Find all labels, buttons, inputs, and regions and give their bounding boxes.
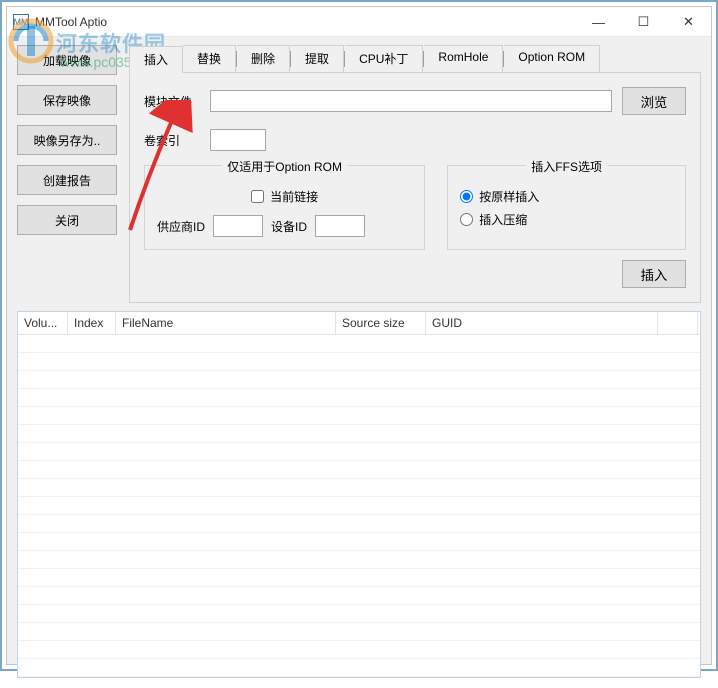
col-index[interactable]: Index <box>68 312 116 334</box>
vendor-id-label: 供应商ID <box>157 218 205 235</box>
insert-asis-row: 按原样插入 <box>460 188 673 205</box>
table-row <box>18 587 700 605</box>
volume-index-row: 卷索引 <box>144 129 686 151</box>
tab-replace[interactable]: 替换 <box>183 45 236 72</box>
insert-compressed-label: 插入压缩 <box>479 211 527 228</box>
table-row <box>18 605 700 623</box>
table-row <box>18 641 700 659</box>
table-row <box>18 389 700 407</box>
table-body[interactable] <box>18 335 700 677</box>
table-header: Volu... Index FileName Source size GUID <box>18 312 700 335</box>
device-id-input[interactable] <box>315 215 365 237</box>
id-row: 供应商ID 设备ID <box>157 215 412 237</box>
lower-groups: 仅适用于Option ROM 当前链接 供应商ID 设备ID <box>144 165 686 250</box>
current-link-label: 当前链接 <box>270 188 318 205</box>
option-rom-legend: 仅适用于Option ROM <box>221 158 348 175</box>
table-row <box>18 335 700 353</box>
vendor-id-input[interactable] <box>213 215 263 237</box>
volume-index-label: 卷索引 <box>144 132 200 149</box>
upper-section: 加载映像 保存映像 映像另存为.. 创建报告 关闭 插入 替换 删除 提取 CP… <box>17 45 701 303</box>
volume-index-input[interactable] <box>210 129 266 151</box>
col-volume[interactable]: Volu... <box>18 312 68 334</box>
table-row <box>18 551 700 569</box>
table-row <box>18 623 700 641</box>
close-button[interactable]: ✕ <box>666 7 711 37</box>
insert-compressed-row: 插入压缩 <box>460 211 673 228</box>
table-row <box>18 497 700 515</box>
window-controls: — ☐ ✕ <box>576 7 711 36</box>
window-title: MMTool Aptio <box>35 15 576 29</box>
close-app-button[interactable]: 关闭 <box>17 205 117 235</box>
table-row <box>18 407 700 425</box>
ffs-options-group: 插入FFS选项 按原样插入 插入压缩 <box>447 165 686 250</box>
table-row <box>18 353 700 371</box>
browse-button[interactable]: 浏览 <box>622 87 686 115</box>
col-tail[interactable] <box>658 312 698 334</box>
table-row <box>18 371 700 389</box>
maximize-button[interactable]: ☐ <box>621 7 666 37</box>
table-row <box>18 659 700 677</box>
table-row <box>18 533 700 551</box>
minimize-button[interactable]: — <box>576 7 621 37</box>
table-row <box>18 443 700 461</box>
tab-delete[interactable]: 删除 <box>237 45 290 72</box>
tab-cpu-patch[interactable]: CPU补丁 <box>345 45 423 72</box>
ffs-legend: 插入FFS选项 <box>525 158 608 175</box>
module-file-input[interactable] <box>210 90 612 112</box>
app-icon: MM <box>13 14 29 30</box>
side-button-column: 加载映像 保存映像 映像另存为.. 创建报告 关闭 <box>17 45 117 303</box>
current-link-row: 当前链接 <box>157 188 412 205</box>
load-image-button[interactable]: 加载映像 <box>17 45 117 75</box>
create-report-button[interactable]: 创建报告 <box>17 165 117 195</box>
panel-body: 模块文件 浏览 卷索引 仅适用于Option ROM 当前 <box>129 72 701 303</box>
app-window: MM MMTool Aptio — ☐ ✕ 加载映像 保存映像 映像另存为.. … <box>6 6 712 665</box>
save-image-button[interactable]: 保存映像 <box>17 85 117 115</box>
tab-bar: 插入 替换 删除 提取 CPU补丁 RomHole Option ROM <box>129 45 701 72</box>
col-source-size[interactable]: Source size <box>336 312 426 334</box>
insert-button[interactable]: 插入 <box>622 260 686 288</box>
device-id-label: 设备ID <box>271 218 307 235</box>
tab-extract[interactable]: 提取 <box>291 45 344 72</box>
option-rom-group: 仅适用于Option ROM 当前链接 供应商ID 设备ID <box>144 165 425 250</box>
table-row <box>18 479 700 497</box>
module-file-row: 模块文件 浏览 <box>144 87 686 115</box>
table-row <box>18 515 700 533</box>
table-row <box>18 425 700 443</box>
titlebar: MM MMTool Aptio — ☐ ✕ <box>7 7 711 37</box>
insert-asis-label: 按原样插入 <box>479 188 539 205</box>
insert-asis-radio[interactable] <box>460 190 473 203</box>
tab-option-rom[interactable]: Option ROM <box>504 45 600 72</box>
col-filename[interactable]: FileName <box>116 312 336 334</box>
table-row <box>18 569 700 587</box>
col-guid[interactable]: GUID <box>426 312 658 334</box>
tab-insert[interactable]: 插入 <box>129 46 183 73</box>
content-area: 加载映像 保存映像 映像另存为.. 创建报告 关闭 插入 替换 删除 提取 CP… <box>7 37 711 688</box>
main-panel: 插入 替换 删除 提取 CPU补丁 RomHole Option ROM 模块文… <box>129 45 701 303</box>
bottom-action-row: 插入 <box>144 260 686 288</box>
tab-romhole[interactable]: RomHole <box>424 45 503 72</box>
current-link-checkbox[interactable] <box>251 190 264 203</box>
module-file-label: 模块文件 <box>144 93 200 110</box>
module-table: Volu... Index FileName Source size GUID <box>17 311 701 678</box>
save-image-as-button[interactable]: 映像另存为.. <box>17 125 117 155</box>
table-row <box>18 461 700 479</box>
insert-compressed-radio[interactable] <box>460 213 473 226</box>
